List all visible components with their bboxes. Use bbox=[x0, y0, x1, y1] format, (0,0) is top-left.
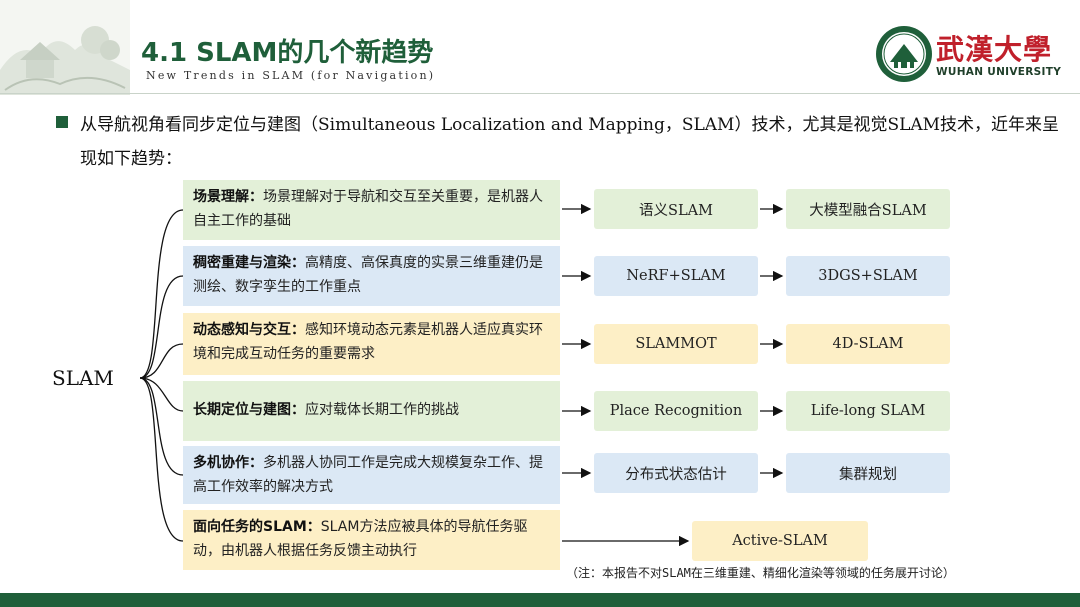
tag-nerf-slam: NeRF+SLAM bbox=[594, 256, 758, 296]
row-heading: 动态感知与交互： bbox=[193, 322, 305, 338]
root-node-label: SLAM bbox=[52, 366, 114, 390]
row-description: 应对载体长期工作的挑战 bbox=[305, 402, 459, 418]
row-heading: 稠密重建与渲染： bbox=[193, 255, 305, 271]
tag-active-slam: Active-SLAM bbox=[692, 521, 868, 561]
trend-row-scene-understanding: 场景理解：场景理解对于导航和交互至关重要，是机器人自主工作的基础 bbox=[183, 180, 560, 240]
tag-life-long-slam: Life-long SLAM bbox=[786, 391, 950, 431]
row-heading: 面向任务的SLAM： bbox=[193, 519, 321, 535]
tag-llm-slam: 大模型融合SLAM bbox=[786, 189, 950, 229]
tag-distributed-estimation: 分布式状态估计 bbox=[594, 453, 758, 493]
footnote: （注：本报告不对SLAM在三维重建、精细化渲染等领域的任务展开讨论） bbox=[566, 566, 955, 580]
tag-4d-slam: 4D-SLAM bbox=[786, 324, 950, 364]
tag-slammot: SLAMMOT bbox=[594, 324, 758, 364]
tag-place-recognition: Place Recognition bbox=[594, 391, 758, 431]
footer-bar bbox=[0, 593, 1080, 607]
slide: 4.1 SLAM的几个新趋势 New Trends in SLAM (for N… bbox=[0, 0, 1080, 607]
trend-row-long-term: 长期定位与建图：应对载体长期工作的挑战 bbox=[183, 381, 560, 441]
row-heading: 长期定位与建图： bbox=[193, 402, 305, 418]
row-heading: 多机协作： bbox=[193, 455, 263, 471]
trend-row-dynamic-perception: 动态感知与交互：感知环境动态元素是机器人适应真实环境和完成互动任务的重要需求 bbox=[183, 313, 560, 375]
trend-row-dense-reconstruction: 稠密重建与渲染：高精度、高保真度的实景三维重建仍是测绘、数字孪生的工作重点 bbox=[183, 246, 560, 306]
trend-row-task-oriented: 面向任务的SLAM：SLAM方法应被具体的导航任务驱动，由机器人根据任务反馈主动… bbox=[183, 510, 560, 570]
tag-semantic-slam: 语义SLAM bbox=[594, 189, 758, 229]
trend-row-multi-robot: 多机协作：多机器人协同工作是完成大规模复杂工作、提高工作效率的解决方式 bbox=[183, 446, 560, 504]
tag-swarm-planning: 集群规划 bbox=[786, 453, 950, 493]
row-heading: 场景理解： bbox=[193, 189, 263, 205]
tag-3dgs-slam: 3DGS+SLAM bbox=[786, 256, 950, 296]
